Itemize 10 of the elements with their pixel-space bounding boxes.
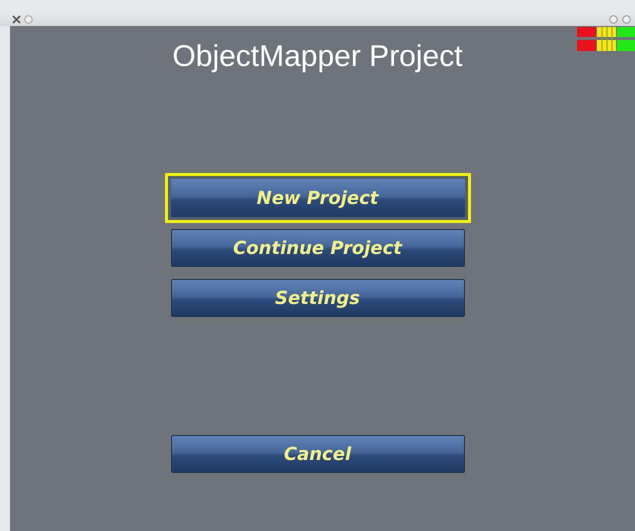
circle-icon[interactable]: [609, 14, 618, 24]
close-icon[interactable]: [12, 14, 21, 24]
cancel-button[interactable]: Cancel: [170, 435, 464, 473]
menu-button[interactable]: Continue Project: [170, 229, 464, 267]
window-title: ObjectMapper Project: [172, 40, 463, 74]
circle-icon[interactable]: [24, 14, 33, 24]
menu-button[interactable]: Settings: [170, 279, 464, 317]
menu-button[interactable]: New Project: [164, 173, 470, 223]
level-meter-icon: [577, 27, 635, 51]
circle-icon[interactable]: [622, 14, 631, 24]
